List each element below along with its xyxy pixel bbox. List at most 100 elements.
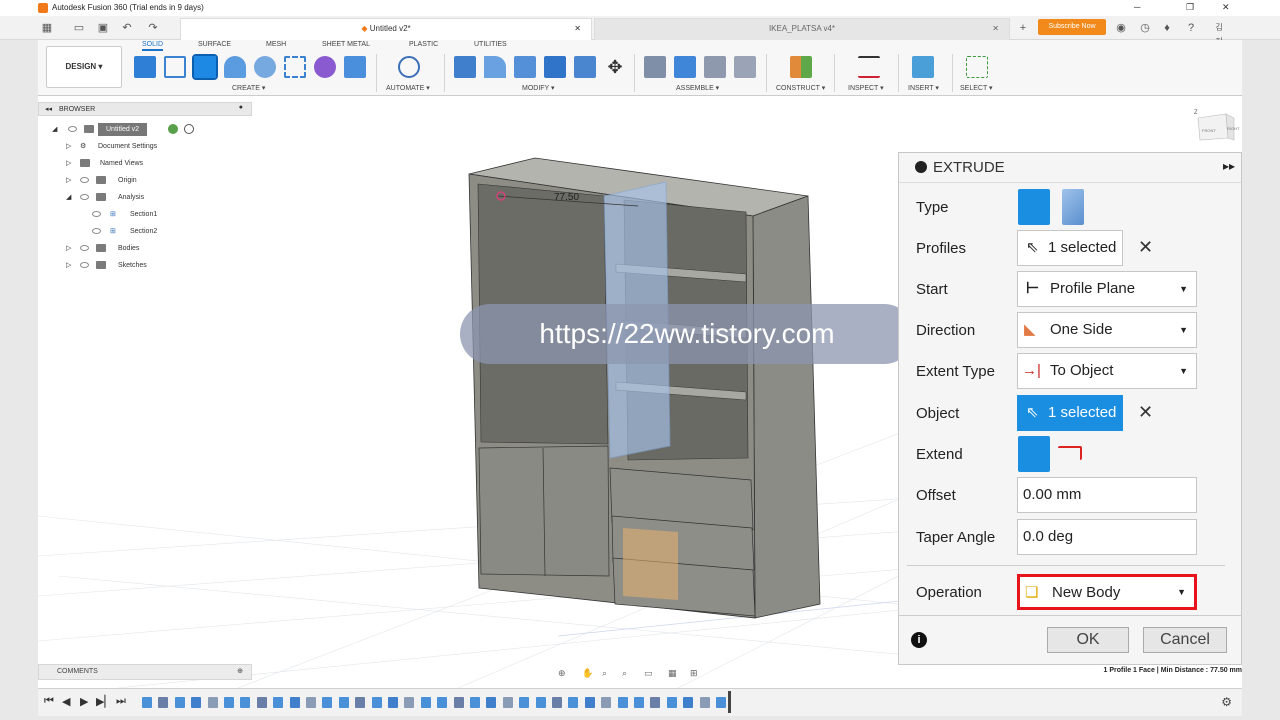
subscribe-button[interactable]: Subscribe Now [1038, 19, 1106, 35]
offset-input[interactable]: 0.00 mm [1017, 477, 1197, 513]
new-component-assemble-icon[interactable] [674, 56, 696, 78]
viewports-icon[interactable]: ⊞ [690, 669, 698, 679]
expand-icon[interactable]: ◢ [52, 123, 57, 136]
timeline-feature-icon[interactable] [470, 697, 480, 708]
select-icon[interactable] [966, 56, 988, 78]
profiles-selector[interactable]: ⇖ 1 selected [1017, 230, 1123, 266]
tree-item[interactable]: ▷ Named Views [66, 157, 216, 170]
create-sketch-icon[interactable] [164, 56, 186, 78]
direction-dropdown[interactable]: ◣ One Side ▼ [1017, 312, 1197, 348]
timeline-feature-icon[interactable] [617, 697, 628, 708]
tree-root[interactable]: ◢ Untitled v2 [52, 123, 212, 136]
viewcube[interactable]: Z FRONT RIGHT [1194, 110, 1240, 141]
restore-icon[interactable]: ❐ [1186, 2, 1194, 13]
redo-icon[interactable]: ↷ [146, 21, 160, 35]
timeline-feature-icon[interactable] [601, 697, 612, 708]
help-icon[interactable]: ? [1184, 21, 1198, 35]
shell-icon[interactable] [544, 56, 566, 78]
fillet-icon[interactable] [484, 56, 506, 78]
expand-icon[interactable]: ▷ [66, 174, 71, 187]
inspect-menu[interactable]: INSPECT ▾ [848, 84, 884, 92]
pattern-icon[interactable] [284, 56, 306, 78]
insert-menu[interactable]: INSERT ▾ [908, 84, 939, 92]
timeline-feature-icon[interactable] [289, 697, 300, 708]
tab-sheet-metal[interactable]: SHEET METAL [322, 41, 370, 48]
construct-menu[interactable]: CONSTRUCT ▾ [776, 84, 825, 92]
modify-menu[interactable]: MODIFY ▾ [522, 84, 555, 92]
timeline-feature-icon[interactable] [716, 697, 726, 708]
tab-close-icon[interactable]: ✕ [992, 19, 999, 39]
create-menu[interactable]: CREATE ▾ [232, 84, 265, 92]
visibility-icon[interactable] [80, 177, 89, 183]
timeline-feature-icon[interactable] [224, 697, 234, 708]
timeline-feature-icon[interactable] [683, 697, 694, 708]
tab-utilities[interactable]: UTILITIES [474, 41, 507, 48]
timeline-feature-icon[interactable] [535, 697, 546, 708]
visibility-icon[interactable] [92, 228, 101, 234]
play-icon[interactable]: ▶ [80, 695, 88, 708]
pin-icon[interactable]: ● [239, 104, 243, 111]
timeline-feature-icon[interactable] [568, 697, 579, 708]
extend-minimal-icon[interactable] [1018, 436, 1050, 472]
expand-icon[interactable]: ▷ [66, 259, 71, 272]
start-dropdown[interactable]: ⊢ Profile Plane ▼ [1017, 271, 1197, 307]
expand-icon[interactable]: ▷ [66, 140, 71, 153]
timeline-feature-icon[interactable] [142, 697, 152, 708]
add-comment-icon[interactable]: ⊕ [237, 667, 243, 675]
fit-icon[interactable]: ⌕ [622, 669, 627, 679]
insert-image-icon[interactable] [912, 56, 934, 78]
visibility-icon[interactable] [80, 245, 89, 251]
timeline-feature-icon[interactable] [420, 697, 431, 708]
orbit-icon[interactable]: ⊕ [558, 669, 566, 679]
combine-icon[interactable] [574, 56, 596, 78]
new-tab-icon[interactable]: + [1016, 21, 1030, 35]
visibility-icon[interactable] [68, 126, 77, 132]
timeline-feature-icon[interactable] [371, 697, 382, 708]
timeline-feature-icon[interactable] [158, 697, 169, 708]
timeline-feature-icon[interactable] [207, 697, 218, 708]
timeline-feature-icon[interactable] [519, 697, 530, 708]
notifications-icon[interactable]: ♦ [1160, 21, 1174, 35]
clear-object-icon[interactable]: ✕ [1138, 402, 1153, 423]
timeline-feature-icon[interactable] [240, 697, 251, 708]
minimize-icon[interactable]: ─ [1134, 2, 1140, 12]
timeline-feature-icon[interactable] [355, 697, 366, 708]
timeline-settings-icon[interactable]: ⚙ [1221, 695, 1232, 709]
timeline-feature-icon[interactable] [404, 697, 415, 708]
tree-item[interactable]: ▷ Bodies [66, 242, 216, 255]
close-icon[interactable]: ✕ [1222, 2, 1230, 13]
visibility-icon[interactable] [92, 211, 101, 217]
press-pull-icon[interactable] [454, 56, 476, 78]
expand-icon[interactable]: ▷ [66, 242, 71, 255]
expand-icon[interactable]: ▷ [66, 157, 71, 170]
save-icon[interactable]: ▣ [96, 21, 110, 35]
joint-icon[interactable] [644, 56, 666, 78]
grid-settings-icon[interactable]: ▦ [668, 669, 677, 679]
timeline-feature-icon[interactable] [453, 697, 464, 708]
job-status-icon[interactable]: ◷ [1138, 21, 1152, 35]
timeline-feature-icon[interactable] [552, 697, 562, 708]
tree-item[interactable]: ⊞ Section1 [92, 208, 212, 221]
tree-item[interactable]: ▷ Sketches [66, 259, 216, 272]
tab-untitled[interactable]: ◆ Untitled v2* ✕ [180, 18, 592, 40]
timeline-feature-icon[interactable] [650, 697, 661, 708]
timeline-feature-icon[interactable] [306, 697, 316, 708]
object-selector[interactable]: ⇖ 1 selected [1017, 395, 1123, 431]
select-menu[interactable]: SELECT ▾ [960, 84, 993, 92]
info-icon[interactable]: i [911, 632, 927, 648]
tree-item[interactable]: ▷ Origin [66, 174, 216, 187]
timeline-feature-icon[interactable] [256, 697, 267, 708]
go-to-end-icon[interactable]: ⏭ [116, 695, 126, 708]
user-avatar[interactable]: 김지 [1212, 21, 1226, 46]
go-to-start-icon[interactable]: ⏮ [44, 695, 54, 708]
move-icon[interactable]: ✥ [604, 56, 626, 78]
timeline-feature-icon[interactable] [437, 697, 448, 708]
construct-plane-icon[interactable] [790, 56, 812, 78]
hole-icon[interactable] [254, 56, 276, 78]
step-back-icon[interactable]: ◀ [62, 695, 70, 708]
type-solid-icon[interactable] [1018, 189, 1050, 225]
timeline-feature-icon[interactable] [666, 697, 677, 708]
timeline-feature-icon[interactable] [486, 697, 497, 708]
expand-dialog-icon[interactable]: ▸▸ [1223, 159, 1235, 173]
assemble-menu[interactable]: ASSEMBLE ▾ [676, 84, 719, 92]
